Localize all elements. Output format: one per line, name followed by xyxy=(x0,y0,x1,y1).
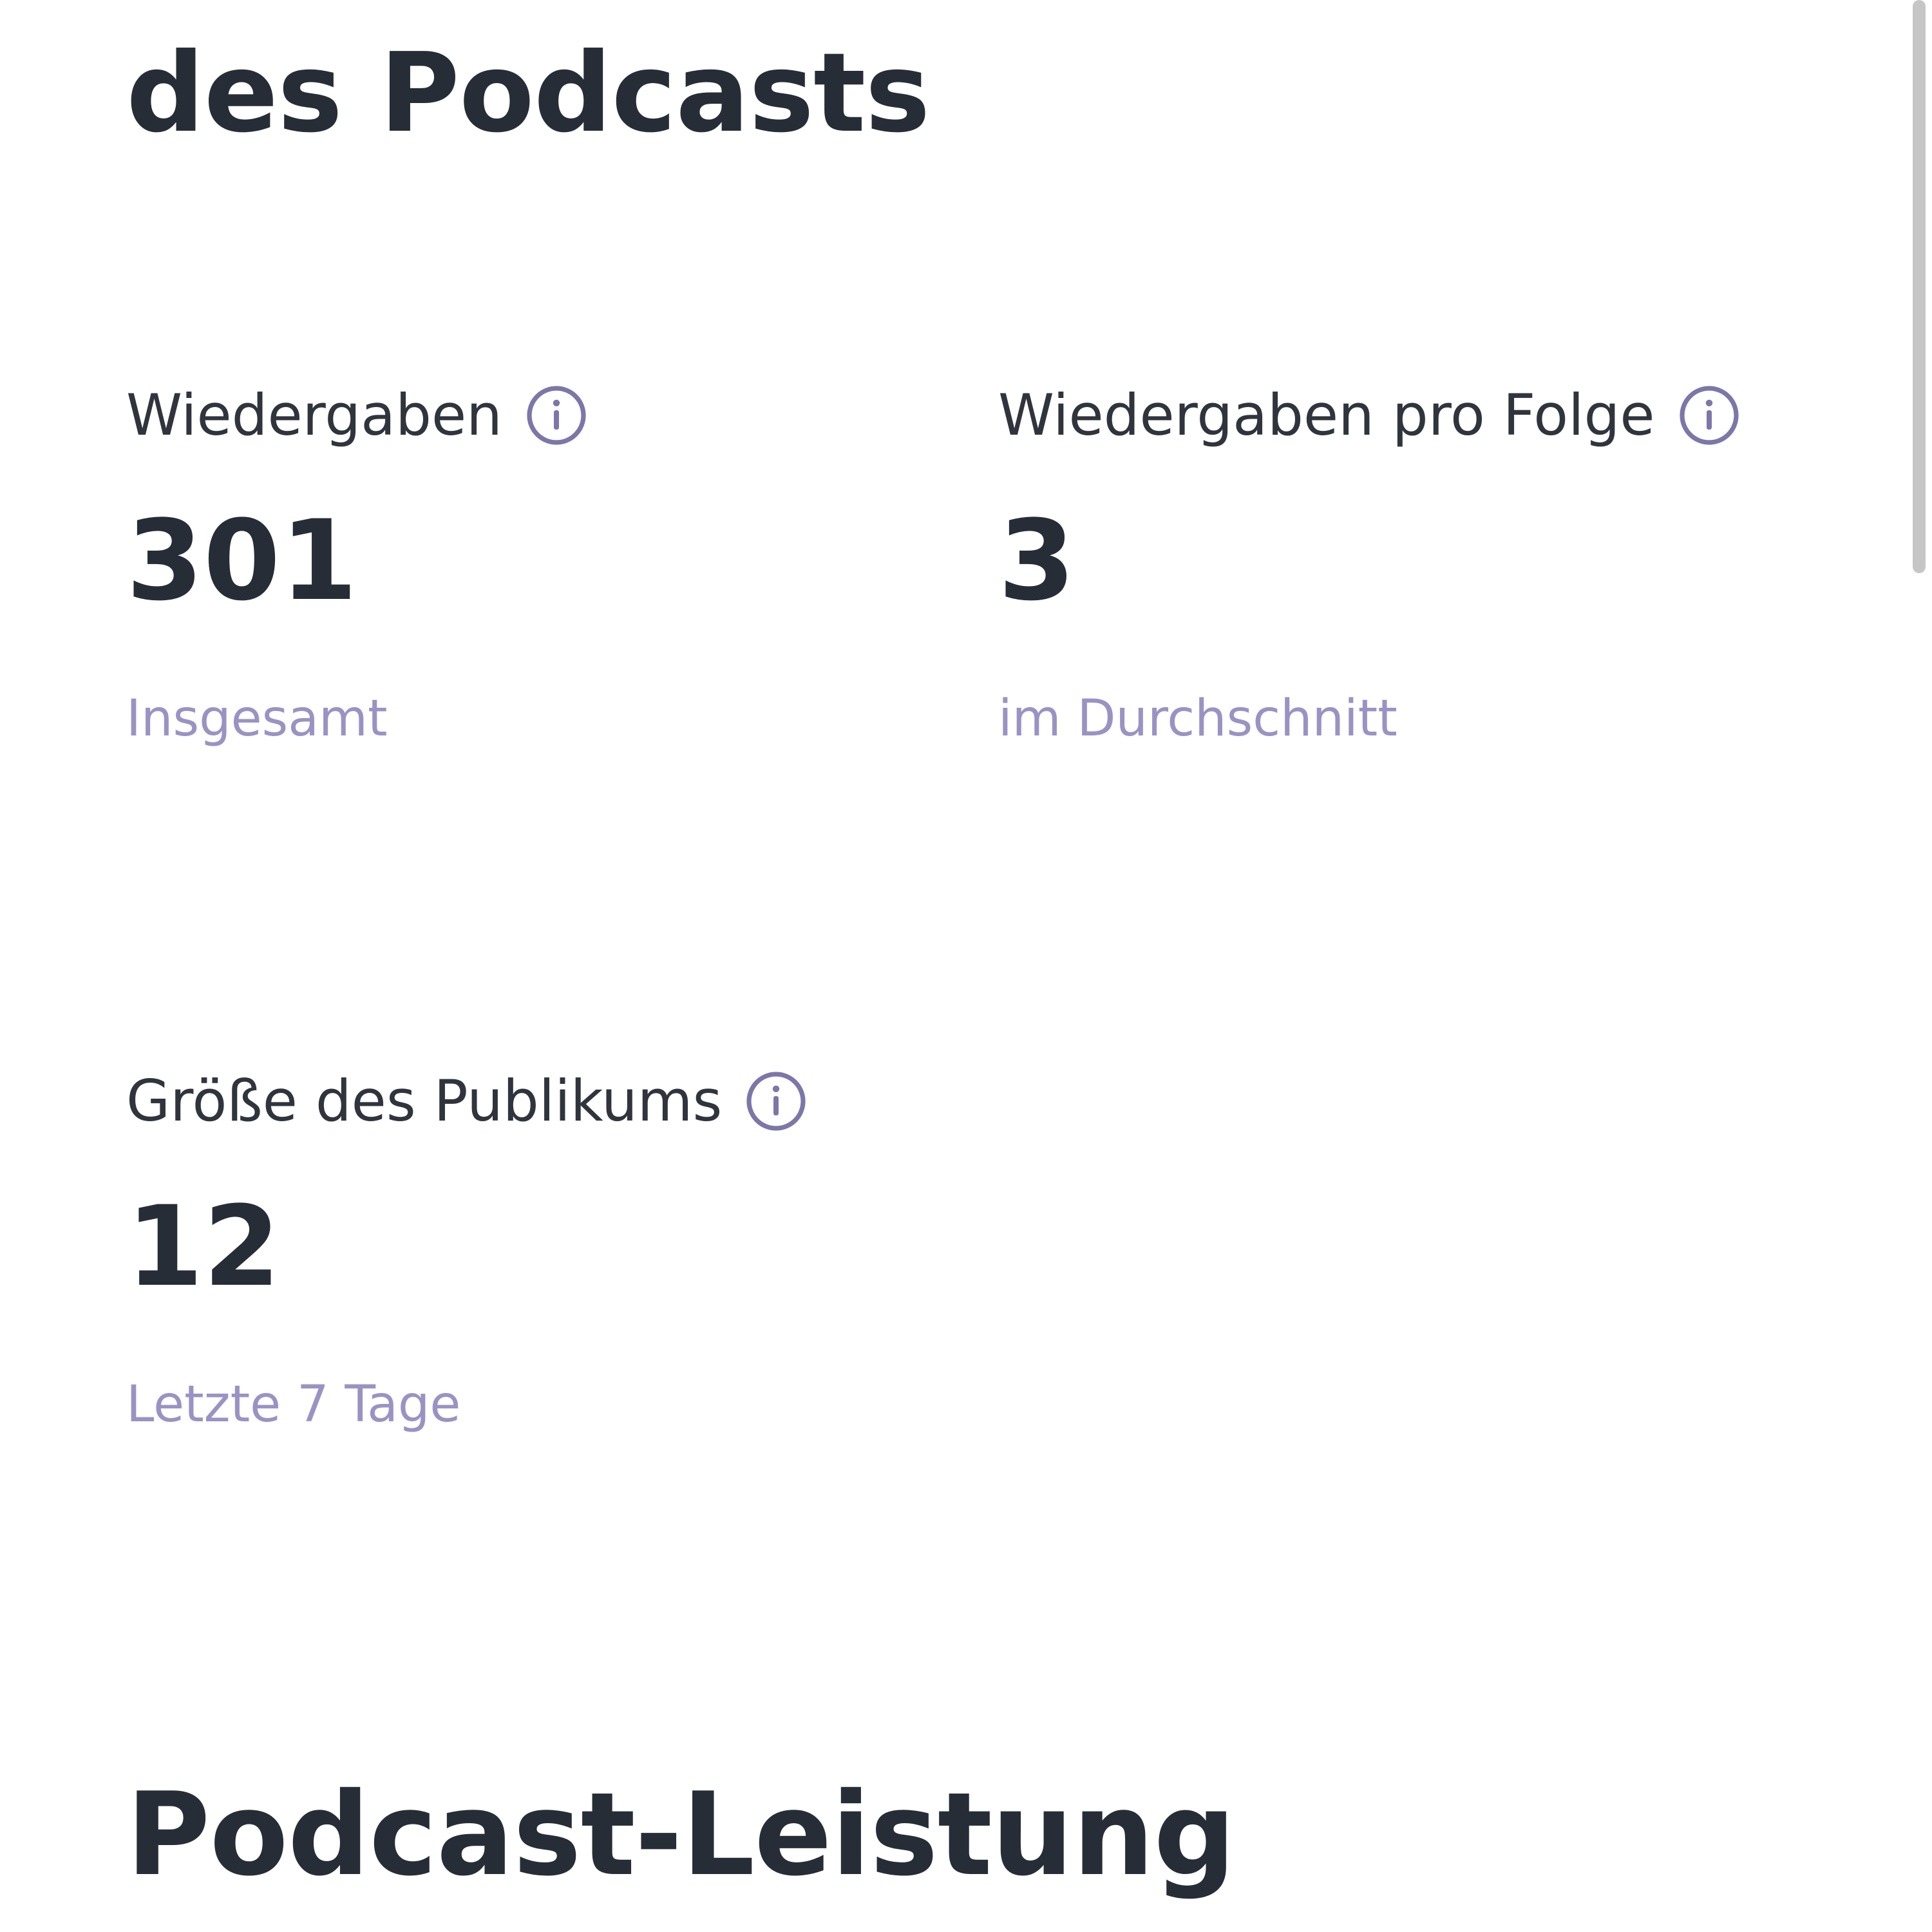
stat-caption: Insgesamt xyxy=(126,690,388,748)
scrollbar-track[interactable] xyxy=(1906,0,1932,1932)
stat-plays: Wiedergaben 301 Insgesamt xyxy=(126,377,587,744)
info-icon[interactable] xyxy=(1678,384,1740,446)
stat-caption: im Durchschnitt xyxy=(998,690,1397,748)
stat-audience-size: Größe des Publikums 12 Letzte 7 Tage xyxy=(126,1063,807,1430)
stat-caption: Letzte 7 Tage xyxy=(126,1376,461,1434)
stat-label: Größe des Publikums xyxy=(126,1068,723,1134)
info-icon[interactable] xyxy=(526,384,587,446)
stat-label-row: Wiedergaben pro Folge xyxy=(998,377,1740,454)
scrollbar-thumb[interactable] xyxy=(1913,0,1926,573)
stat-value: 12 xyxy=(126,1182,281,1311)
stat-label: Wiedergaben xyxy=(126,382,502,448)
stat-value: 301 xyxy=(126,496,358,625)
page-title: des Podcasts xyxy=(126,30,931,157)
stat-plays-per-episode: Wiedergaben pro Folge 3 im Durchschnitt xyxy=(998,377,1740,744)
stat-label: Wiedergaben pro Folge xyxy=(998,382,1655,448)
stat-value: 3 xyxy=(998,496,1075,625)
info-icon[interactable] xyxy=(745,1070,807,1132)
stat-label-row: Größe des Publikums xyxy=(126,1063,807,1140)
stat-label-row: Wiedergaben xyxy=(126,377,587,454)
section-heading: Podcast-Leistung xyxy=(126,1768,1236,1901)
